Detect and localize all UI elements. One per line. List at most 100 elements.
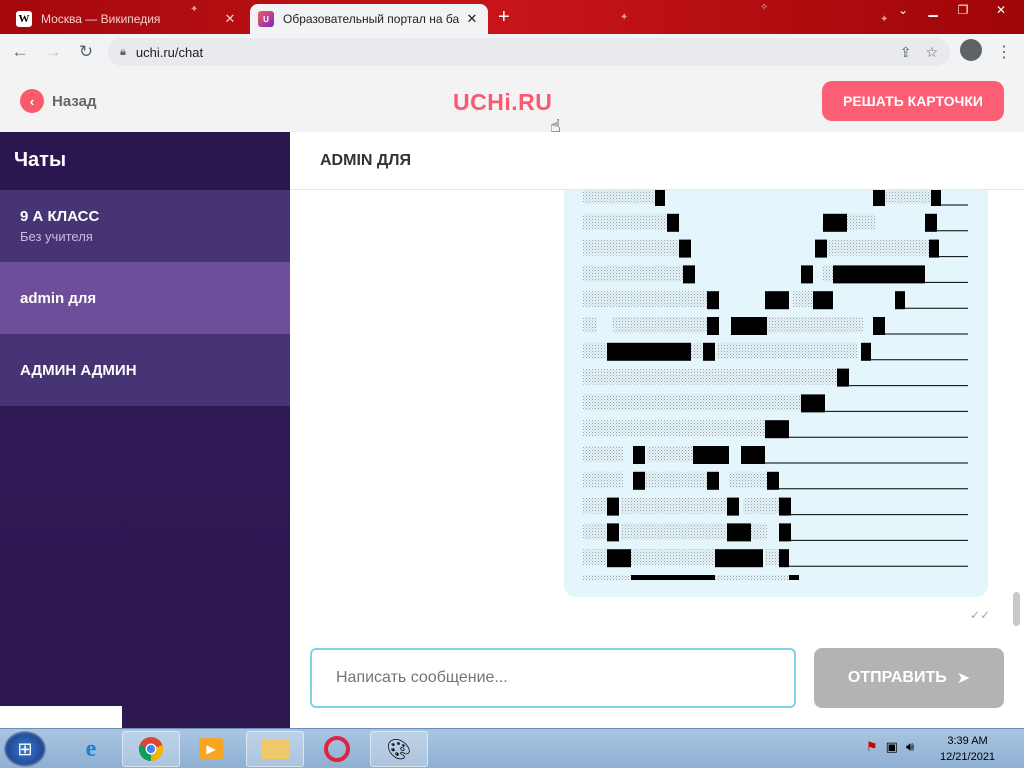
ascii-dots	[631, 549, 715, 566]
ascii-block	[925, 213, 937, 232]
address-bar[interactable]: 🔒︎ uchi.ru/chat ⇪ ☆	[108, 38, 950, 66]
network-icon[interactable]: ▣	[886, 739, 898, 755]
reload-icon[interactable]: ↻	[71, 37, 101, 67]
ascii-dots	[583, 190, 655, 204]
ascii-block	[873, 190, 885, 206]
ascii-dots	[583, 471, 623, 488]
send-label: ОТПРАВИТЬ	[847, 669, 947, 686]
ascii-block	[789, 575, 799, 580]
ascii-dots	[793, 291, 813, 308]
ascii-block	[731, 317, 743, 335]
tab-close-icon[interactable]: ✕	[464, 11, 480, 27]
ascii-dots	[583, 291, 707, 308]
ascii-block	[931, 190, 941, 206]
ascii-block	[619, 549, 631, 568]
ascii-block	[823, 213, 847, 232]
tab-search-icon[interactable]: ⌄	[888, 0, 918, 20]
ascii-dots	[583, 317, 597, 333]
send-button[interactable]: ОТПРАВИТЬ ➤	[814, 648, 1004, 708]
blank-overlay	[0, 706, 122, 728]
volume-icon[interactable]: 🔊︎	[906, 739, 914, 755]
chat-sidebar: Чаты 9 А КЛАСС Без учителя admin для АДМ…	[0, 132, 290, 728]
ascii-block	[715, 549, 727, 568]
ascii-dots	[647, 446, 697, 462]
ascii-dots	[743, 497, 779, 514]
ascii-dots	[583, 549, 607, 566]
chat-item-admin-dlya[interactable]: admin для	[0, 262, 290, 334]
ascii-dots	[583, 446, 623, 462]
ascii-dots	[883, 190, 931, 204]
ascii-dots	[583, 239, 679, 256]
ascii-block	[707, 291, 719, 310]
ascii-block	[633, 471, 645, 490]
solve-cards-button[interactable]: РЕШАТЬ КАРТОЧКИ	[822, 81, 1004, 121]
ascii-dots	[765, 549, 779, 566]
tab-close-icon[interactable]: ✕	[222, 11, 238, 27]
tab-uchi[interactable]: U Образовательный портал на ба ✕	[250, 4, 488, 34]
ascii-block	[779, 497, 791, 516]
ascii-dots	[583, 368, 837, 385]
lock-icon: 🔒︎	[120, 45, 126, 58]
paint-icon[interactable]: 🎨︎	[370, 731, 428, 767]
back-button[interactable]: ‹ Назад	[20, 89, 96, 113]
ascii-block	[631, 575, 715, 580]
bookmark-star-icon[interactable]: ☆	[925, 44, 938, 61]
chat-title: ADMIN ДЛЯ	[290, 132, 1024, 190]
window-controls: ⌄ ▁ ❐ ✕	[888, 0, 1024, 20]
chat-item-name: 9 А КЛАСС	[20, 208, 100, 225]
profile-avatar-icon[interactable]	[960, 39, 982, 61]
ascii-dots	[851, 239, 929, 256]
ascii-block	[607, 523, 619, 542]
windows-start-button[interactable]: ⊞	[4, 731, 46, 767]
windows-taskbar: ⊞ e ▶ 🎨︎ ⚑ ▣ 🔊︎ 3:39 AM 12/21/2021	[0, 728, 1024, 768]
ascii-block	[801, 394, 825, 413]
file-explorer-icon[interactable]	[246, 731, 304, 767]
ascii-block	[861, 342, 871, 361]
ascii-block	[727, 497, 739, 516]
taskbar-clock[interactable]: 3:39 AM 12/21/2021	[940, 733, 995, 765]
action-center-flag-icon[interactable]: ⚑	[866, 739, 878, 755]
tab-wikipedia[interactable]: W Москва — Википедия ✕	[8, 4, 246, 34]
uchi-favicon-icon: U	[258, 11, 274, 27]
ascii-block	[707, 317, 719, 335]
sidebar-title: Чаты	[0, 132, 290, 190]
ascii-block	[607, 497, 619, 516]
message-input[interactable]	[310, 648, 796, 708]
clock-date: 12/21/2021	[940, 751, 996, 763]
ascii-block	[667, 213, 679, 232]
system-tray: ⚑ ▣ 🔊︎	[866, 739, 914, 755]
chat-item-9a-class[interactable]: 9 А КЛАСС Без учителя	[0, 190, 290, 262]
browser-toolbar: ← → ↻ 🔒︎ uchi.ru/chat ⇪ ☆ ⋮	[0, 34, 1024, 70]
tab-title: Образовательный портал на ба	[283, 12, 460, 26]
forward-arrow-icon[interactable]: →	[38, 37, 68, 67]
uchi-logo[interactable]: UCHi.RU	[453, 89, 552, 116]
ascii-block	[779, 549, 789, 568]
ascii-block	[619, 342, 643, 361]
kebab-menu-icon[interactable]: ⋮	[996, 42, 1012, 62]
message-list[interactable]: ✓✓	[290, 190, 1024, 630]
ascii-block	[607, 549, 619, 568]
ascii-block	[683, 265, 695, 284]
internet-explorer-icon[interactable]: e	[62, 731, 120, 767]
ascii-dots	[613, 317, 707, 333]
decor-spark: ✦	[620, 12, 629, 23]
restore-button[interactable]: ❐	[948, 0, 978, 20]
ascii-block	[727, 523, 739, 542]
ascii-block	[765, 420, 789, 439]
chat-item-admin-admin[interactable]: АДМИН АДМИН	[0, 334, 290, 406]
chat-item-subtitle: Без учителя	[20, 229, 93, 244]
opera-icon[interactable]	[308, 731, 366, 767]
media-player-icon[interactable]: ▶	[182, 731, 240, 767]
ascii-dots	[583, 420, 765, 437]
ascii-block	[679, 239, 691, 258]
minimize-button[interactable]: ▁	[918, 0, 948, 20]
ascii-block	[693, 446, 729, 464]
chat-item-name: admin для	[20, 289, 97, 307]
new-tab-button[interactable]: +	[498, 6, 510, 29]
back-arrow-icon[interactable]: ←	[5, 37, 35, 67]
close-window-button[interactable]: ✕	[978, 0, 1024, 20]
share-icon[interactable]: ⇪	[900, 44, 912, 61]
ascii-dots	[583, 575, 631, 580]
scrollbar-thumb[interactable]	[1013, 592, 1020, 626]
chrome-icon[interactable]	[122, 731, 180, 767]
